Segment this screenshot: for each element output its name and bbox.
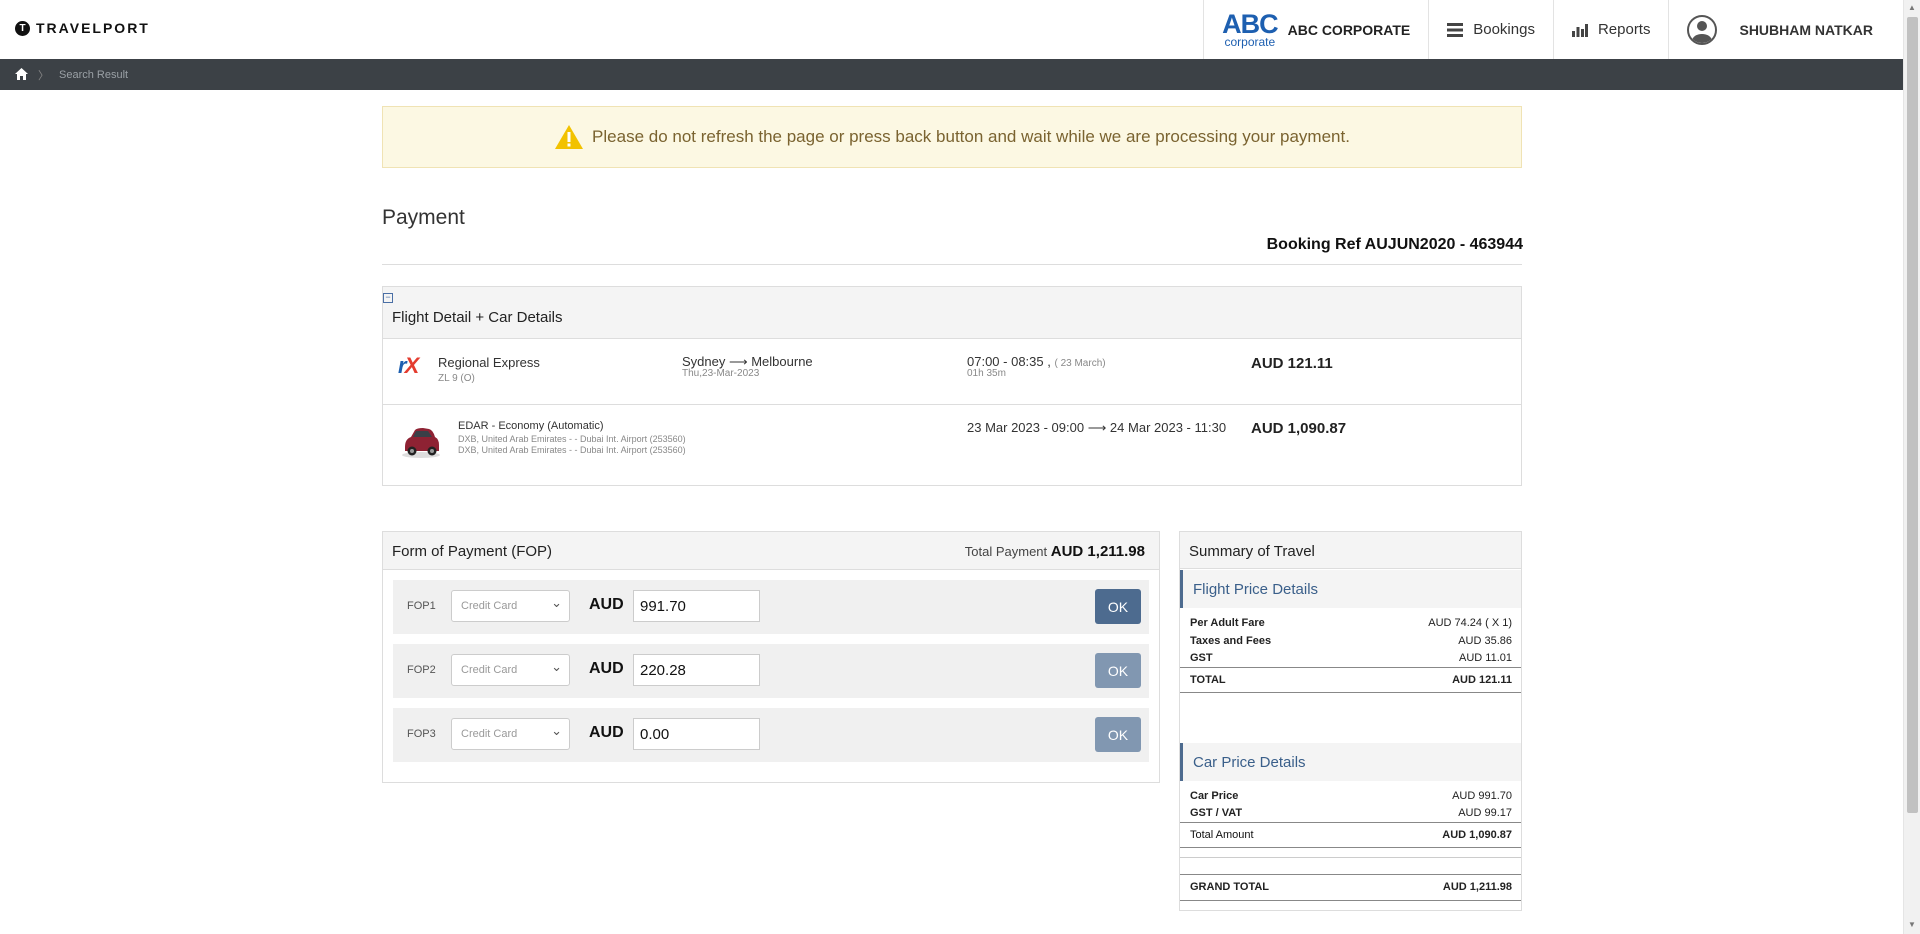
car-price-title: Car Price Details [1193, 754, 1306, 771]
fop-amount-input[interactable]: 991.70 [633, 590, 760, 622]
fop-label: FOP3 [407, 728, 436, 740]
flight-time: 07:00 - 08:35 , ( 23 March) [967, 354, 1106, 369]
airline-logo-icon: rX [398, 353, 419, 378]
car-pickup: DXB, United Arab Emirates - - Dubai Int.… [458, 434, 686, 444]
divider [1180, 900, 1521, 901]
flight-date: Thu,23-Mar-2023 [682, 368, 760, 379]
booking-ref: Booking Ref AUJUN2020 - 463944 [1266, 236, 1523, 253]
fop-row-3: FOP3 Credit Card AUD 0.00 OK [393, 708, 1149, 762]
fop-currency: AUD [589, 724, 624, 741]
fop-header: Form of Payment (FOP) Total Payment AUD … [383, 532, 1159, 570]
flight-price-title: Flight Price Details [1193, 581, 1319, 598]
fop-label: FOP2 [407, 664, 436, 676]
corporate-account: ABC corporate ABC CORPORATE [1203, 0, 1428, 59]
fop-amount-input[interactable]: 0.00 [633, 718, 760, 750]
ok-button[interactable]: OK [1095, 717, 1141, 752]
divider [382, 264, 1522, 265]
flight-price: AUD 121.11 [1251, 355, 1333, 372]
breadcrumb-separator-icon: 〉 [38, 69, 49, 82]
car-row: EDAR - Economy (Automatic) DXB, United A… [383, 405, 1521, 485]
airline-name: Regional Express [438, 355, 540, 370]
price-line: GST AUD 11.01 [1190, 652, 1512, 664]
home-icon[interactable] [15, 67, 28, 83]
top-nav: ABC corporate ABC CORPORATE Bookings Rep… [1203, 0, 1903, 59]
flight-duration: 01h 35m [967, 368, 1006, 379]
car-price: AUD 1,090.87 [1251, 420, 1347, 437]
payment-method-select[interactable]: Credit Card [451, 718, 570, 750]
payment-method-select[interactable]: Credit Card [451, 590, 570, 622]
summary-title: Summary of Travel [1189, 543, 1315, 560]
processing-alert: Please do not refresh the page or press … [382, 106, 1522, 168]
fop-total: Total Payment AUD 1,211.98 [964, 543, 1145, 560]
scroll-down-icon[interactable]: ▼ [1908, 920, 1916, 929]
divider [1180, 874, 1521, 875]
travelport-mark-icon: T [15, 20, 30, 36]
reports-menu[interactable]: Reports [1552, 0, 1669, 59]
fop-row-1: FOP1 Credit Card AUD 991.70 OK [393, 580, 1149, 634]
user-name: SHUBHAM NATKAR [1739, 21, 1873, 38]
reports-label: Reports [1597, 21, 1651, 38]
car-total-line: Total Amount AUD 1,090.87 [1190, 829, 1512, 841]
hamburger-icon [1447, 22, 1464, 37]
breadcrumb-current: Search Result [59, 68, 129, 81]
fop-row-2: FOP2 Credit Card AUD 220.28 OK [393, 644, 1149, 698]
user-menu[interactable]: SHUBHAM NATKAR [1668, 0, 1903, 59]
form-of-payment-panel: Form of Payment (FOP) Total Payment AUD … [382, 531, 1160, 783]
top-navbar: T TRAVELPORT ABC corporate ABC CORPORATE… [0, 0, 1903, 59]
trip-details-header: − Flight Detail + Car Details [383, 287, 1521, 339]
grand-total-line: GRAND TOTAL AUD 1,211.98 [1190, 881, 1512, 893]
collapse-icon[interactable]: − [383, 293, 393, 303]
divider [1180, 822, 1521, 823]
flight-price-header: Flight Price Details [1180, 570, 1521, 608]
bookings-label: Bookings [1473, 21, 1535, 38]
travel-summary-panel: Summary of Travel Flight Price Details P… [1179, 531, 1522, 911]
summary-header: Summary of Travel [1180, 531, 1521, 569]
price-line: Per Adult Fare AUD 74.24 ( X 1) [1190, 617, 1512, 629]
fop-currency: AUD [589, 596, 624, 613]
fop-currency: AUD [589, 660, 624, 677]
bar-chart-icon [1571, 23, 1588, 37]
page-title: Payment [382, 206, 465, 229]
car-price-header: Car Price Details [1180, 743, 1521, 781]
price-line: Car Price AUD 991.70 [1190, 790, 1512, 802]
flight-total-line: TOTAL AUD 121.11 [1190, 674, 1512, 686]
price-line: Taxes and Fees AUD 35.86 [1190, 635, 1512, 647]
car-dropoff: DXB, United Arab Emirates - - Dubai Int.… [458, 445, 686, 455]
trip-details-panel: − Flight Detail + Car Details rX Regiona… [382, 286, 1522, 486]
divider [1180, 857, 1521, 858]
payment-method-select[interactable]: Credit Card [451, 654, 570, 686]
scroll-up-icon[interactable]: ▲ [1908, 3, 1916, 12]
fop-label: FOP1 [407, 600, 436, 612]
warning-icon [554, 124, 584, 150]
breadcrumb: 〉 Search Result [0, 59, 1903, 90]
bookings-menu[interactable]: Bookings [1428, 0, 1553, 59]
alert-text: Please do not refresh the page or press … [592, 127, 1350, 146]
ok-button[interactable]: OK [1095, 653, 1141, 688]
price-line: GST / VAT AUD 99.17 [1190, 807, 1512, 819]
travelport-logo[interactable]: T TRAVELPORT [15, 20, 150, 36]
trip-details-title: Flight Detail + Car Details [392, 309, 563, 326]
divider [1180, 667, 1521, 668]
ok-button[interactable]: OK [1095, 589, 1141, 624]
car-name: EDAR - Economy (Automatic) [458, 420, 604, 432]
scrollbar-thumb[interactable] [1907, 17, 1918, 813]
car-icon [401, 425, 441, 459]
user-avatar-icon [1687, 14, 1718, 45]
fop-amount-input[interactable]: 220.28 [633, 654, 760, 686]
flight-number: ZL 9 (O) [438, 373, 475, 384]
divider [1180, 692, 1521, 693]
page-scrollbar[interactable]: ▲ ▼ [1903, 0, 1920, 934]
corporate-name: ABC CORPORATE [1287, 21, 1411, 38]
brand-name: TRAVELPORT [36, 20, 150, 36]
divider [1180, 847, 1521, 848]
car-dates: 23 Mar 2023 - 09:00 ⟶ 24 Mar 2023 - 11:3… [967, 420, 1227, 435]
fop-title: Form of Payment (FOP) [392, 543, 553, 560]
corporate-logo: ABC corporate [1222, 9, 1278, 49]
flight-row: rX Regional Express ZL 9 (O) Sydney ⟶ Me… [383, 339, 1521, 405]
